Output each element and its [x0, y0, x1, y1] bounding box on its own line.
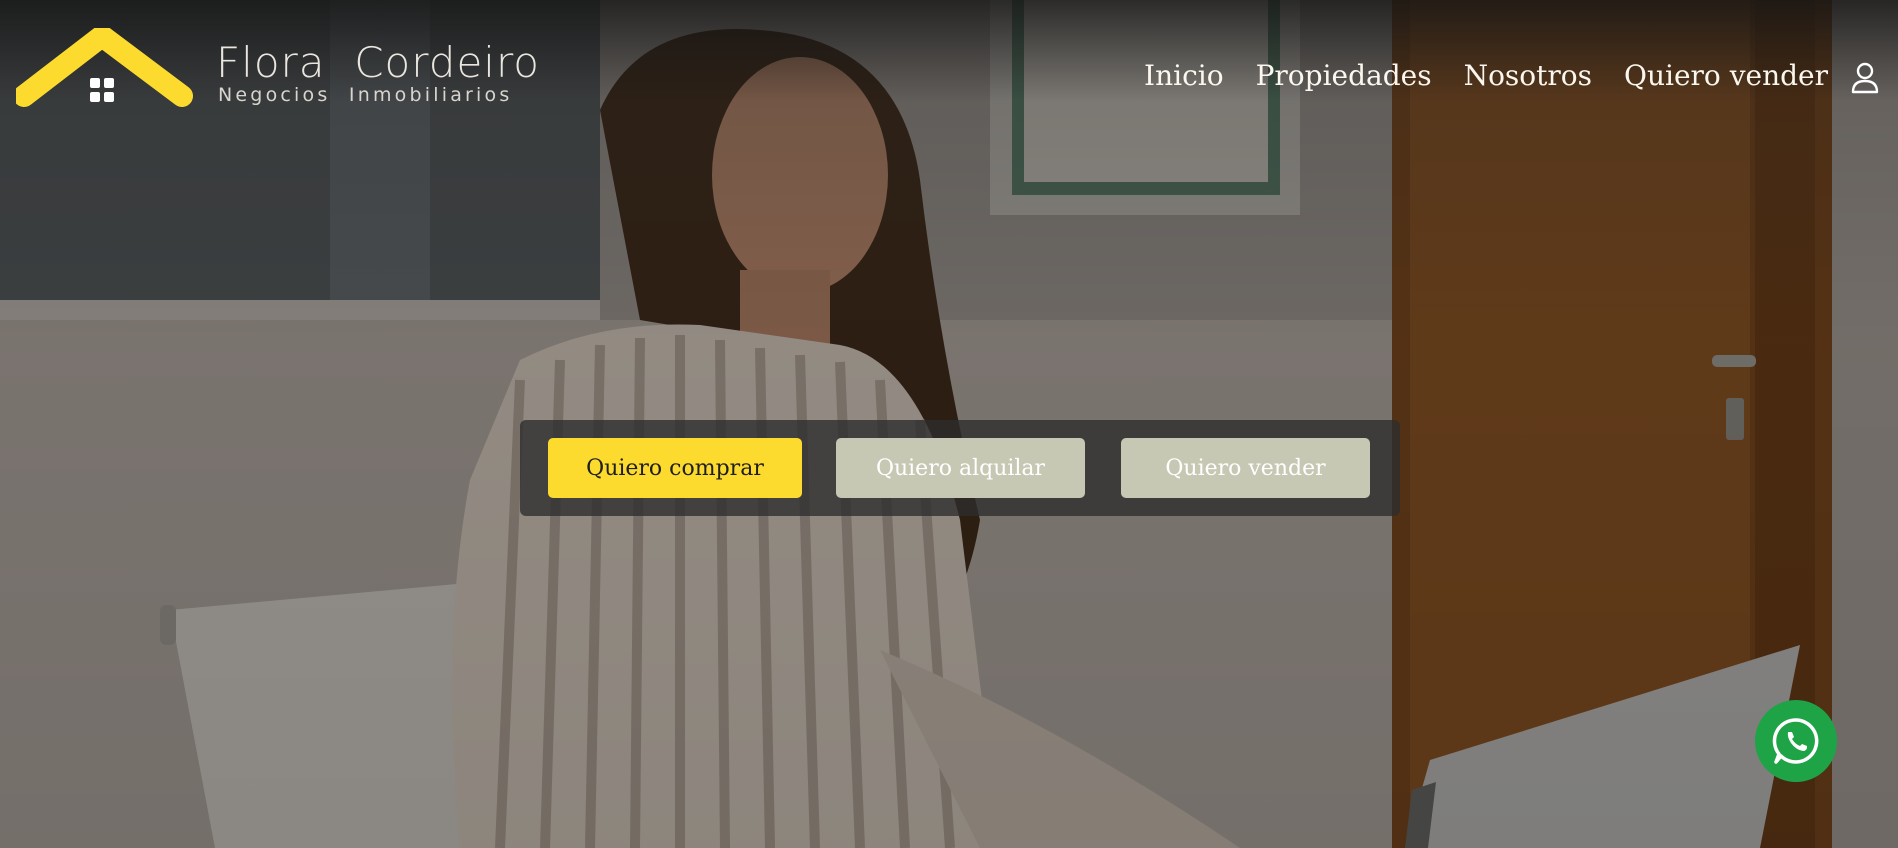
nav-item-nosotros[interactable]: Nosotros [1464, 62, 1592, 90]
house-roof-icon [16, 28, 193, 107]
nav-item-inicio[interactable]: Inicio [1144, 62, 1224, 90]
brand-logo[interactable]: Flora Cordeiro Negocios Inmobiliarios [16, 28, 539, 118]
sell-button[interactable]: Quiero vender [1121, 438, 1370, 498]
brand-name: Flora Cordeiro [216, 38, 540, 87]
user-icon [1851, 62, 1879, 94]
brand-subtitle: Negocios Inmobiliarios [218, 84, 513, 106]
search-action-panel: Quiero comprar Quiero alquilar Quiero ve… [520, 420, 1400, 516]
buy-button[interactable]: Quiero comprar [548, 438, 802, 498]
nav-item-propiedades[interactable]: Propiedades [1256, 62, 1432, 90]
rent-button[interactable]: Quiero alquilar [836, 438, 1085, 498]
whatsapp-icon [1772, 718, 1819, 764]
main-nav: Inicio Propiedades Nosotros Quiero vende… [1144, 62, 1828, 90]
nav-item-quiero-vender[interactable]: Quiero vender [1624, 62, 1828, 90]
site-header: Flora Cordeiro Negocios Inmobiliarios In… [0, 0, 1898, 160]
user-account-button[interactable] [1850, 62, 1880, 94]
whatsapp-button[interactable] [1755, 700, 1837, 782]
